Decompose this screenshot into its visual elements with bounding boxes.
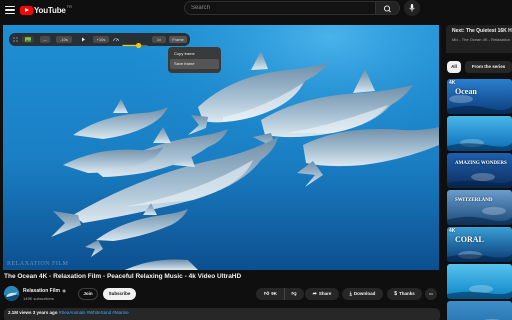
thumbnail-title-text: CORAL [455, 235, 484, 244]
youtube-logo[interactable]: YouTube TR [20, 3, 72, 17]
speed-slider-knob[interactable] [136, 42, 142, 49]
play-icon [82, 37, 85, 42]
playlist-title: Next: The Quietest 16K HD [452, 28, 512, 34]
speed-value[interactable]: 1x [152, 36, 166, 43]
more-actions-button[interactable]: ••• [425, 288, 437, 300]
view-count: 2.1M views [8, 310, 32, 315]
youtube-play-icon [20, 5, 33, 15]
thumbnail-image [447, 190, 512, 225]
logo-text: YouTube [34, 5, 66, 15]
share-button[interactable]: ➦ Share [305, 288, 339, 300]
video-player[interactable]: RELAXATION FILM [3, 25, 439, 270]
join-button[interactable]: Join [78, 288, 98, 300]
chip-from-the-series[interactable]: From the series [465, 61, 512, 73]
thumbnail-title-text: Ocean [455, 87, 477, 96]
subscribe-button[interactable]: Subscribe [103, 288, 136, 300]
voice-search-button[interactable] [404, 0, 420, 16]
youtube-watch-page: YouTube TR Search RELAXATION FILM — -10s… [0, 0, 512, 320]
subscriber-count: 149K subscribers [23, 296, 54, 301]
thumbnail-4k-badge: 4K [449, 80, 456, 86]
share-icon: ➦ [312, 291, 317, 297]
speed-slider[interactable] [122, 36, 148, 49]
thumbnail-image [447, 153, 512, 188]
more-icon: ••• [429, 292, 433, 296]
related-video-thumbnail[interactable]: CORAL 4K [447, 227, 512, 262]
video-frame-dolphins [3, 25, 439, 270]
save-frame-item[interactable]: Save frame [170, 59, 219, 69]
logo-region-code: TR [66, 4, 72, 9]
copy-frame-item[interactable]: Copy frame [170, 49, 219, 59]
thumbnail-4k-badge: 4K [449, 228, 456, 234]
drag-handle-icon[interactable] [12, 36, 19, 43]
speed-icon-wrap [112, 36, 120, 43]
dislike-button[interactable]: 👎︎ [285, 288, 303, 300]
play-button[interactable] [78, 36, 88, 43]
related-video-thumbnail[interactable] [447, 264, 512, 299]
like-count: 9K [271, 291, 277, 297]
thanks-label: Thanks [399, 291, 415, 297]
thumbnail-image [447, 116, 512, 151]
video-watermark: RELAXATION FILM [7, 261, 69, 267]
related-video-thumbnail[interactable] [447, 301, 512, 320]
like-dislike-group: 👍︎ 9K 👎︎ [256, 288, 304, 301]
search-icon [383, 5, 391, 13]
rewind-10s-button[interactable]: -10s [56, 36, 72, 43]
microphone-icon [409, 4, 415, 12]
related-video-thumbnail[interactable]: SWITZERLAND [447, 190, 512, 225]
thumbnail-image [447, 79, 512, 114]
description-box[interactable]: 2.1M views 3 years ago #SeaAnimals #Whit… [4, 308, 440, 320]
video-title: The Ocean 4K - Relaxation Film - Peacefu… [4, 273, 242, 280]
thumbs-down-icon: 👎︎ [291, 291, 297, 297]
thumbnail-image [447, 301, 512, 320]
playlist-subtitle: Mix - The Ocean 4K - Relaxation [452, 37, 510, 42]
top-bar: YouTube TR [0, 0, 512, 20]
related-video-thumbnail[interactable] [447, 116, 512, 151]
speed-slider-graphic [122, 42, 148, 49]
zoom-out-button[interactable]: — [40, 36, 50, 43]
thumbnail-title-text: SWITZERLAND [455, 198, 493, 203]
thanks-icon: $ [394, 291, 397, 297]
thanks-button[interactable]: $ Thanks [387, 288, 422, 300]
download-label: Download [353, 291, 376, 297]
search-button[interactable] [376, 1, 400, 15]
thumbnail-title-text: AMAZING WONDERS [455, 161, 507, 166]
download-button[interactable]: ⤓ Download [342, 288, 383, 300]
related-video-thumbnail[interactable]: Ocean 4K [447, 79, 512, 114]
speed-icon [113, 38, 119, 42]
thumbnail-image [447, 227, 512, 262]
hamburger-menu-icon[interactable] [4, 4, 16, 16]
thumbs-up-icon: 👍︎ [264, 291, 270, 297]
channel-name[interactable]: Relaxation Film [23, 288, 60, 294]
download-icon: ⤓ [349, 291, 352, 297]
forward-10s-button[interactable]: +10s [93, 36, 109, 43]
channel-avatar-image [4, 286, 19, 301]
share-label: Share [318, 291, 332, 297]
frame-extension-toolbar: — -10s +10s 1x Frame [9, 33, 190, 49]
related-video-thumbnail[interactable]: AMAZING WONDERS [447, 153, 512, 188]
channel-avatar[interactable] [4, 286, 19, 301]
image-icon [25, 37, 31, 42]
hashtags[interactable]: #SeaAnimals #WhiteSand #Marine [59, 310, 129, 315]
thumbnail-image [447, 264, 512, 299]
channel-name-row[interactable]: Relaxation Film ◉ [23, 288, 66, 294]
playlist-header[interactable]: Next: The Quietest 16K HD Mix - The Ocea… [446, 25, 512, 53]
frame-dropdown-menu: Copy frame Save frame [168, 47, 221, 73]
upload-age: 3 years ago [32, 310, 58, 315]
screenshot-button[interactable] [22, 36, 34, 43]
like-button[interactable]: 👍︎ 9K [257, 288, 285, 301]
verified-badge-icon: ◉ [62, 288, 66, 293]
frame-menu-button[interactable]: Frame [169, 36, 187, 43]
search-input[interactable] [184, 1, 376, 15]
chip-all[interactable]: All [447, 61, 461, 73]
